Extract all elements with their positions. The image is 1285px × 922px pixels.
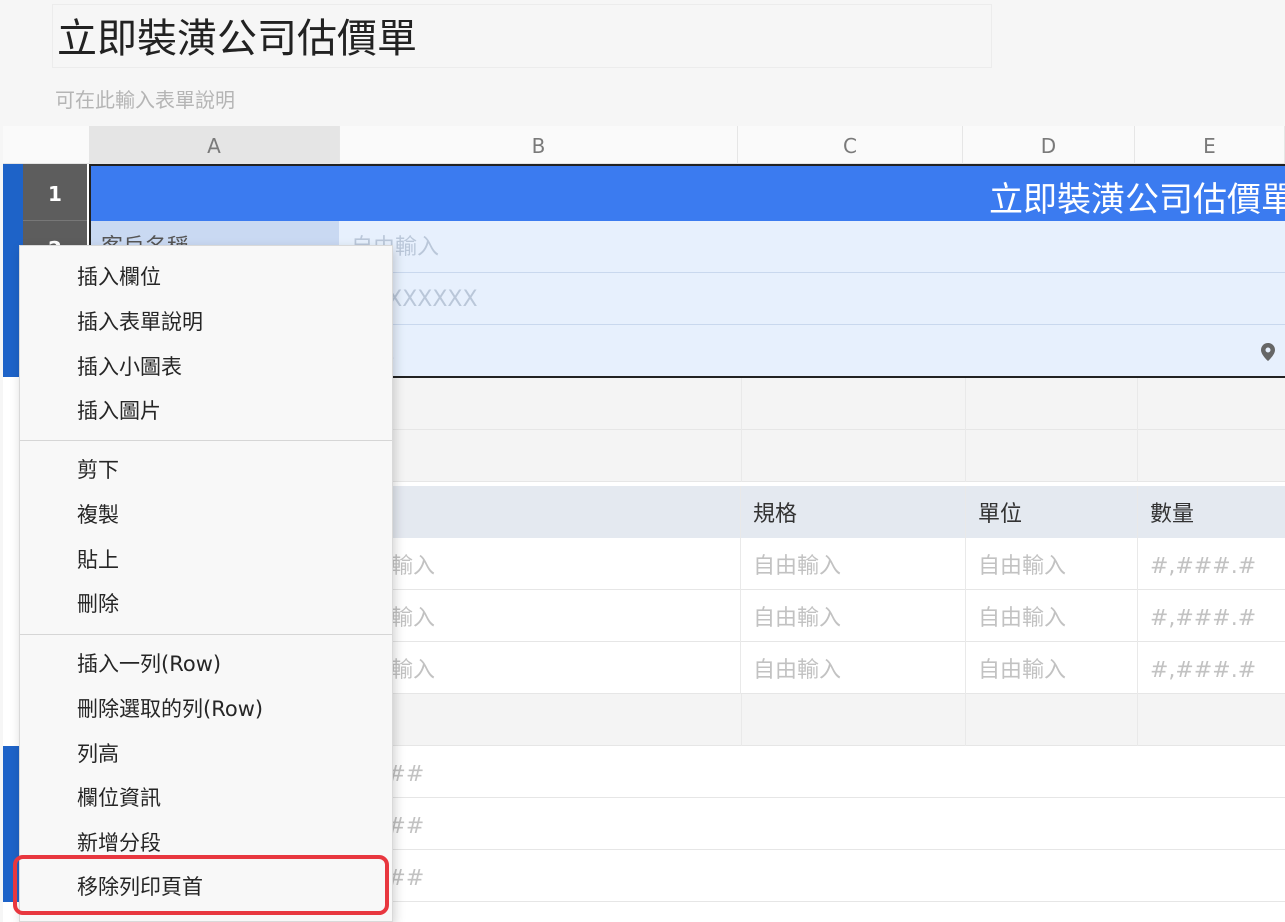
spec-cell[interactable]: 自由輸入 (741, 538, 966, 590)
menu-item-delete-selected-rows[interactable]: 刪除選取的列(Row) (77, 694, 263, 724)
form-description-placeholder: 可在此輸入表單說明 (55, 88, 235, 112)
header-unit[interactable]: 單位 (966, 486, 1138, 538)
menu-item-copy[interactable]: 複製 (77, 500, 119, 530)
menu-item-insert-small-chart[interactable]: 插入小圖表 (77, 352, 182, 382)
menu-divider (20, 440, 392, 441)
column-header-d[interactable]: D (963, 126, 1135, 164)
grid-cell[interactable] (741, 694, 966, 746)
spec-cell[interactable]: 自由輸入 (741, 642, 966, 694)
spec-cell[interactable]: 自由輸入 (741, 590, 966, 642)
header-quantity[interactable]: 數量 (1138, 486, 1285, 538)
menu-item-insert-row[interactable]: 插入一列(Row) (77, 649, 221, 679)
row-marker (3, 164, 23, 221)
menu-item-delete[interactable]: 刪除 (77, 589, 119, 619)
summary-value-cell[interactable]: ### (357, 798, 741, 850)
column-header-b[interactable]: B (340, 126, 738, 164)
form-description-box[interactable]: 可在此輸入表單說明 (52, 76, 992, 116)
menu-item-row-height[interactable]: 列高 (77, 739, 119, 769)
column-header-row: A B C D E (3, 126, 1285, 164)
menu-item-paste[interactable]: 貼上 (77, 545, 119, 575)
column-header-a[interactable]: A (89, 126, 340, 164)
unit-cell[interactable]: 自由輸入 (966, 642, 1138, 694)
grid-cell[interactable] (966, 378, 1138, 430)
row-number-1[interactable]: 1 (3, 164, 89, 221)
item-name-cell[interactable]: 由輸入 (357, 590, 741, 642)
unit-cell[interactable]: 自由輸入 (966, 590, 1138, 642)
quantity-cell[interactable]: #,###.# (1138, 538, 1285, 590)
location-pin-icon[interactable] (1261, 343, 1275, 361)
menu-item-insert-form-description[interactable]: 插入表單說明 (77, 307, 203, 337)
grid-cell[interactable] (741, 378, 966, 430)
grid-cell[interactable] (966, 694, 1138, 746)
menu-item-field-info[interactable]: 欄位資訊 (77, 783, 161, 813)
menu-item-insert-image[interactable]: 插入圖片 (77, 396, 161, 426)
banner-row[interactable]: 立即裝潢公司估價單 (89, 164, 1285, 221)
quantity-cell[interactable]: #,###.# (1138, 642, 1285, 694)
row-number-label: 1 (23, 164, 87, 221)
grid-cell[interactable] (966, 430, 1138, 482)
item-name-cell[interactable]: 由輸入 (357, 642, 741, 694)
column-header-e[interactable]: E (1135, 126, 1285, 164)
header-spec[interactable]: 規格 (741, 486, 966, 538)
grid-cell[interactable] (741, 430, 966, 482)
context-menu: 插入欄位 插入表單說明 插入小圖表 插入圖片 剪下 複製 貼上 刪除 插入一列(… (19, 245, 393, 922)
column-header-c[interactable]: C (738, 126, 963, 164)
menu-divider (20, 634, 392, 635)
quantity-cell[interactable]: #,###.# (1138, 590, 1285, 642)
banner-title: 立即裝潢公司估價單 (989, 180, 1285, 220)
form-title-box[interactable]: 立即裝潢公司估價單 (52, 4, 992, 68)
menu-item-add-section[interactable]: 新增分段 (77, 828, 161, 858)
menu-item-remove-print-header[interactable]: 移除列印頁首 (77, 872, 203, 902)
unit-cell[interactable]: 自由輸入 (966, 538, 1138, 590)
item-name-cell[interactable]: 由輸入 (357, 538, 741, 590)
page-title: 立即裝潢公司估價單 (57, 16, 417, 62)
menu-item-cut[interactable]: 剪下 (77, 455, 119, 485)
menu-item-insert-field[interactable]: 插入欄位 (77, 262, 161, 292)
summary-value-cell[interactable]: ### (357, 850, 741, 902)
header-item-name[interactable]: 名 (357, 486, 741, 538)
summary-value-cell[interactable]: ### (357, 746, 741, 798)
